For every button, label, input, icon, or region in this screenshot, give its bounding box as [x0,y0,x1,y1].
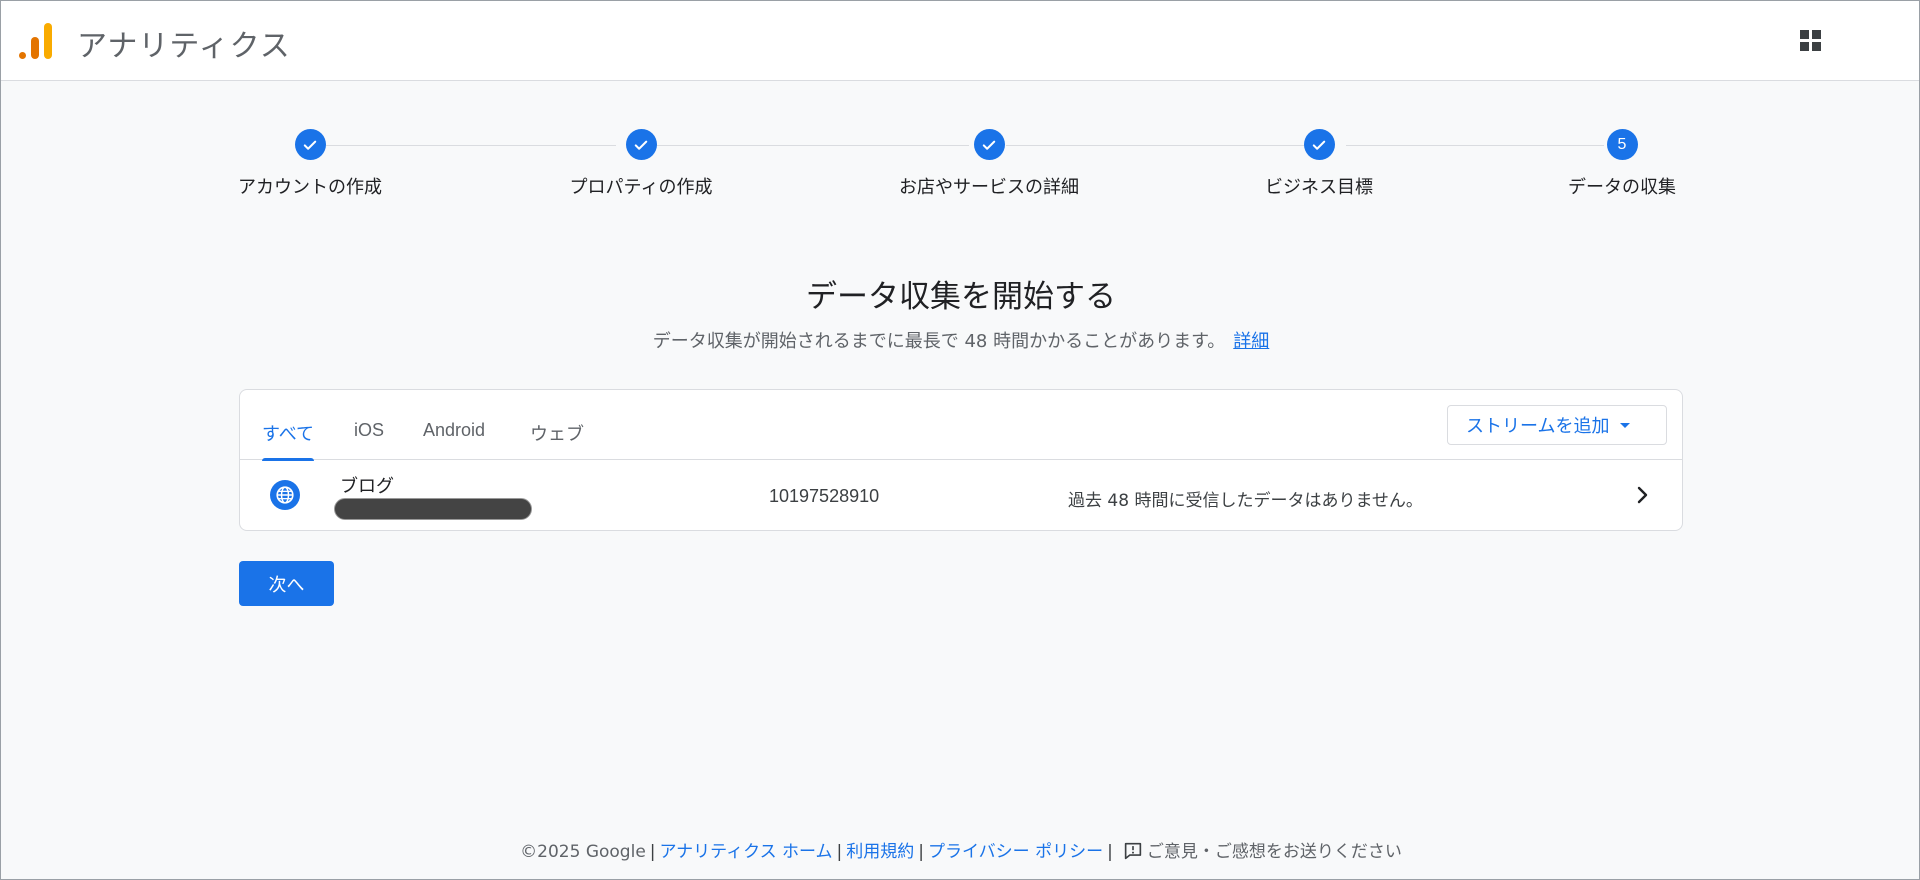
add-stream-label: ストリームを追加 [1466,416,1610,437]
subtitle-text: データ収集が開始されるまでに最長で 48 時間かかることがあります。 [652,331,1226,352]
details-link[interactable]: 詳細 [1233,331,1269,352]
tab-ios[interactable]: iOS [354,420,384,460]
app-title[interactable]: アナリティクス [77,21,291,65]
tab-android[interactable]: Android [423,420,485,460]
step-label: データの収集 [1568,177,1676,198]
step-label: アカウントの作成 [238,177,382,198]
data-streams-card: すべて iOS Android ウェブ ストリームを追加 ブログ 1019752… [239,389,1683,531]
next-button[interactable]: 次へ [239,561,334,606]
globe-icon [270,480,300,510]
footer-separator: | [918,842,925,862]
step-account-creation: アカウントの作成 [210,129,410,199]
apps-grid-icon[interactable] [1799,29,1823,53]
stream-name: ブログ [340,476,394,497]
page-subtitle: データ収集が開始されるまでに最長で 48 時間かかることがあります。 詳細 [1,327,1920,353]
step-label: お店やサービスの詳細 [899,177,1079,198]
terms-link[interactable]: 利用規約 [846,842,914,862]
step-business-details: お店やサービスの詳細 [889,129,1089,199]
add-stream-button[interactable]: ストリームを追加 [1447,405,1667,445]
step-label: ビジネス目標 [1265,177,1373,198]
step-business-objectives: ビジネス目標 [1219,129,1419,199]
check-icon [1303,129,1335,160]
step-label: プロパティの作成 [569,177,713,198]
stream-url-redacted [334,498,532,520]
stream-row[interactable]: ブログ 10197528910 過去 48 時間に受信したデータはありません。 [240,460,1682,532]
chevron-right-icon[interactable] [1630,483,1654,507]
feedback-icon [1124,842,1142,860]
stream-status: 過去 48 時間に受信したデータはありません。 [1068,491,1423,511]
step-data-collection: 5 データの収集 [1522,129,1722,199]
footer-separator: | [836,842,843,862]
privacy-policy-link[interactable]: プライバシー ポリシー [928,842,1103,862]
analytics-logo-icon[interactable] [19,19,55,59]
check-icon [625,129,657,160]
footer-separator: | [1107,842,1113,862]
stream-id: 10197528910 [769,486,880,506]
step-number: 5 [1606,129,1638,160]
footer-separator: | [649,842,656,862]
page-title: データ収集を開始する [806,279,1116,315]
check-icon [294,129,326,160]
platform-tabs: すべて iOS Android ウェブ ストリームを追加 [240,390,1682,461]
check-icon [973,129,1005,160]
feedback-label: ご意見・ご感想をお送りください [1146,842,1402,862]
top-app-bar: アナリティクス [1,1,1919,81]
tab-web[interactable]: ウェブ [530,420,584,460]
tab-all[interactable]: すべて [262,420,315,461]
copyright: ©2025 Google [520,842,646,862]
setup-stepper: アカウントの作成 プロパティの作成 お店やサービスの詳細 ビジネス目標 5 デー… [1,129,1920,209]
dropdown-caret-icon [1620,423,1630,428]
feedback-link[interactable]: ご意見・ご感想をお送りください [1117,842,1402,862]
footer: ©2025 Google | アナリティクス ホーム | 利用規約 | プライバシー ポリシ… [1,837,1920,862]
step-property-creation: プロパティの作成 [541,129,741,199]
analytics-home-link[interactable]: アナリティクス ホーム [660,842,833,862]
